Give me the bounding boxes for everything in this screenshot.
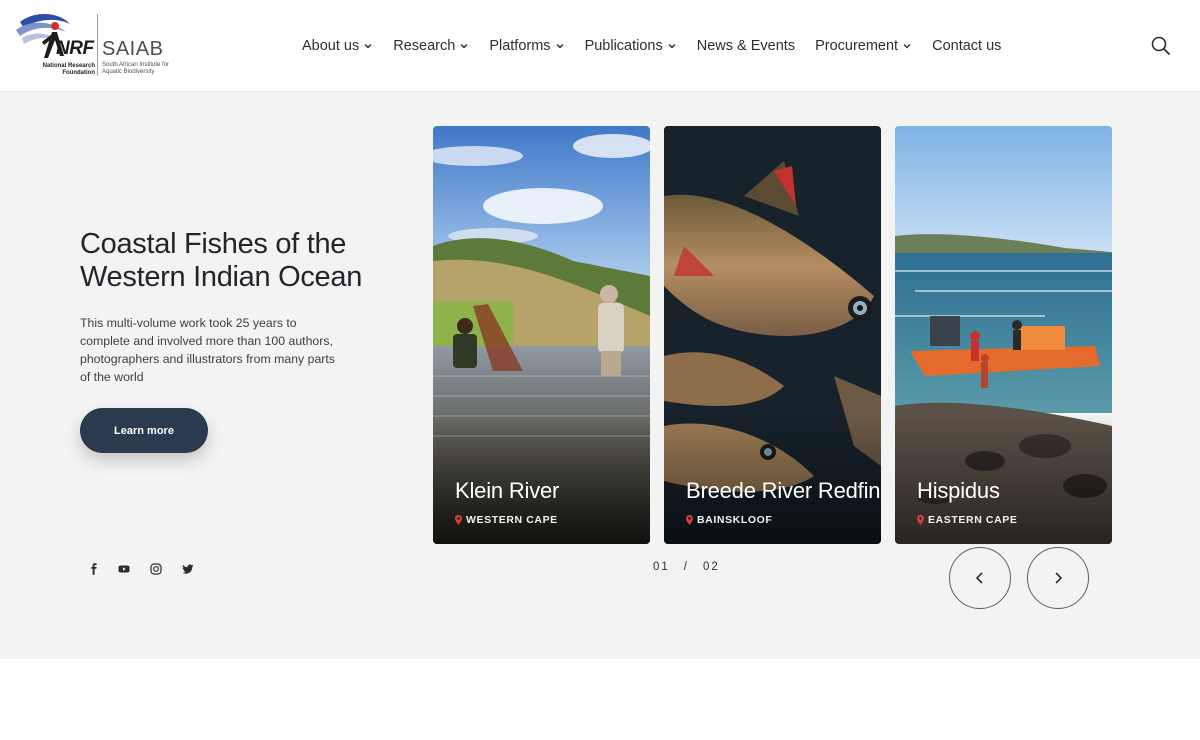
nav-item-platforms[interactable]: Platforms bbox=[489, 34, 564, 58]
search-icon bbox=[1151, 36, 1170, 55]
nav-label: Procurement bbox=[815, 38, 899, 54]
slide-location: BAINSKLOOF bbox=[686, 514, 772, 526]
nav-item-procurement[interactable]: Procurement bbox=[815, 34, 912, 58]
chevron-down-icon bbox=[556, 44, 564, 49]
hero-title: Coastal Fishes of the Western Indian Oce… bbox=[80, 228, 363, 293]
location-pin-icon bbox=[455, 515, 462, 525]
nav-label: News & Events bbox=[696, 38, 796, 54]
nav-item-news-events[interactable]: News & Events bbox=[697, 34, 795, 58]
youtube-icon bbox=[118, 565, 130, 573]
saiab-subtitle: South African Institute for Aquatic Biod… bbox=[102, 62, 170, 75]
slide-location: WESTERN CAPE bbox=[455, 514, 558, 526]
instagram-icon bbox=[150, 563, 162, 575]
logo-divider bbox=[97, 14, 98, 76]
chevron-down-icon bbox=[364, 44, 372, 49]
main-nav: About us Research Platforms Publications… bbox=[302, 34, 1021, 58]
nav-item-publications[interactable]: Publications bbox=[585, 34, 677, 58]
slide-title: Klein River bbox=[455, 478, 560, 503]
pager-total: 02 bbox=[703, 561, 720, 573]
slide-title: Breede River Redfins bbox=[686, 478, 881, 503]
learn-more-button[interactable]: Learn more bbox=[80, 408, 208, 453]
nav-item-contact-us[interactable]: Contact us bbox=[932, 34, 1001, 58]
chevron-down-icon bbox=[460, 44, 468, 49]
instagram-link[interactable] bbox=[150, 562, 162, 575]
nav-label: Publications bbox=[584, 38, 663, 54]
nav-label: Platforms bbox=[489, 38, 551, 54]
slide-location: EASTERN CAPE bbox=[917, 514, 1017, 526]
facebook-link[interactable] bbox=[88, 562, 100, 575]
site-header: NRF National Research Foundation SAIAB S… bbox=[0, 0, 1200, 92]
hero-section: Coastal Fishes of the Western Indian Oce… bbox=[0, 92, 1200, 659]
nav-label: About us bbox=[302, 38, 360, 54]
site-logo[interactable]: NRF National Research Foundation SAIAB S… bbox=[14, 12, 174, 80]
slide-title: Hispidus bbox=[917, 478, 1000, 503]
slide-location-label: BAINSKLOOF bbox=[697, 514, 773, 526]
twitter-icon bbox=[182, 564, 194, 574]
location-pin-icon bbox=[917, 515, 924, 525]
facebook-icon bbox=[91, 563, 97, 575]
nav-label: Contact us bbox=[932, 38, 1002, 54]
slide-location-label: WESTERN CAPE bbox=[466, 514, 558, 526]
previous-slide-button[interactable] bbox=[949, 547, 1011, 609]
nrf-subtitle: National Research Foundation bbox=[42, 63, 95, 76]
slide-card-breede-river-redfins[interactable]: Breede River Redfins BAINSKLOOF bbox=[664, 126, 881, 544]
slide-location-label: EASTERN CAPE bbox=[928, 514, 1018, 526]
nav-item-about-us[interactable]: About us bbox=[302, 34, 373, 58]
slide-card-hispidus[interactable]: Hispidus EASTERN CAPE bbox=[895, 126, 1112, 544]
next-slide-button[interactable] bbox=[1027, 547, 1089, 609]
nav-item-research[interactable]: Research bbox=[393, 34, 469, 58]
slide-pager: 01 / 02 bbox=[653, 561, 720, 573]
nrf-wordmark: NRF bbox=[56, 38, 94, 59]
hero-description: This multi-volume work took 25 years to … bbox=[80, 316, 335, 384]
slide-card-klein-river[interactable]: Klein River WESTERN CAPE bbox=[433, 126, 650, 544]
pager-separator: / bbox=[683, 561, 689, 573]
location-pin-icon bbox=[686, 515, 693, 525]
pager-current: 01 bbox=[653, 561, 670, 573]
twitter-link[interactable] bbox=[182, 562, 194, 574]
search-button[interactable] bbox=[1150, 35, 1172, 57]
nav-label: Research bbox=[393, 38, 456, 54]
chevron-left-icon bbox=[975, 572, 983, 584]
saiab-wordmark: SAIAB bbox=[102, 38, 164, 60]
chevron-down-icon bbox=[903, 44, 911, 49]
chevron-right-icon bbox=[1055, 572, 1063, 584]
youtube-link[interactable] bbox=[118, 562, 130, 574]
chevron-down-icon bbox=[668, 44, 676, 49]
